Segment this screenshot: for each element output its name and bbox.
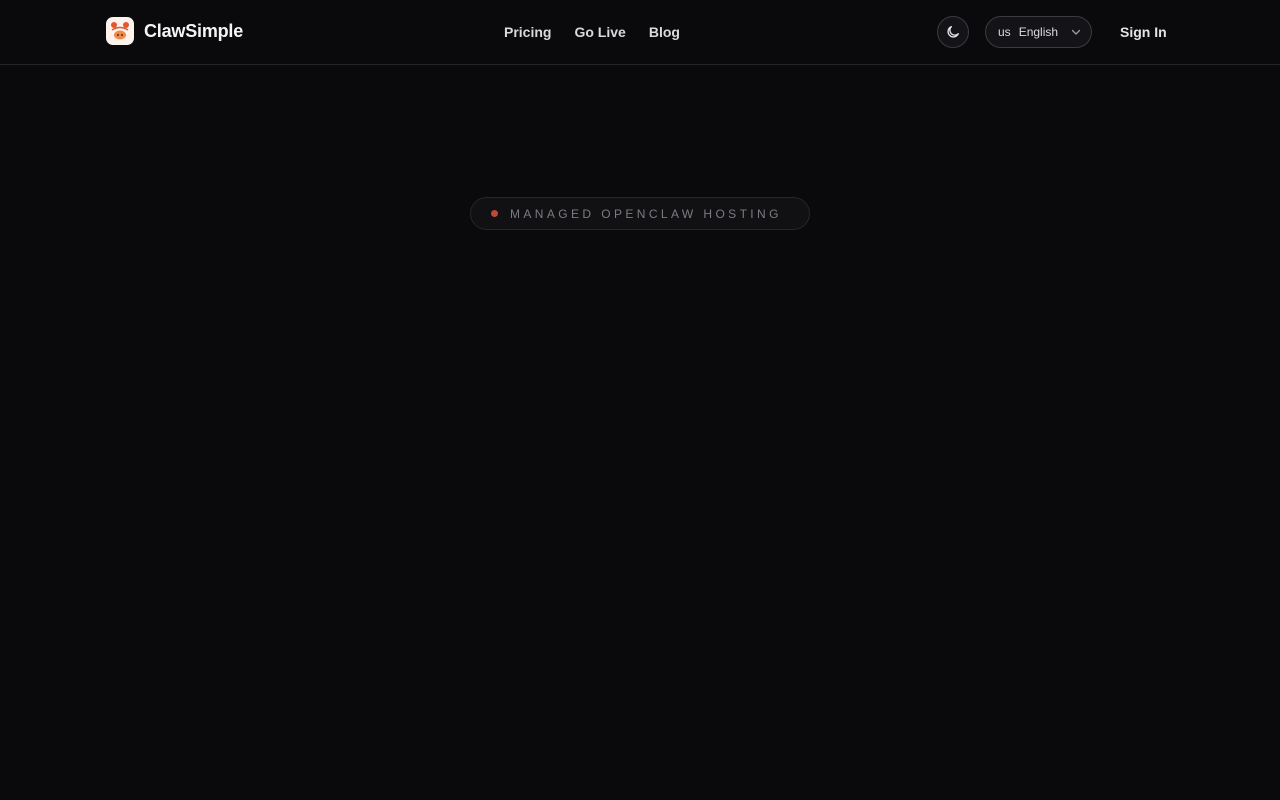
brand-name: ClawSimple	[144, 20, 244, 41]
nav-link-pricing[interactable]: Pricing	[504, 24, 551, 40]
language-label: English	[1018, 25, 1059, 39]
nav-link-go-live[interactable]: Go Live	[574, 24, 625, 40]
language-flag: us	[998, 25, 1011, 39]
moon-icon	[945, 24, 961, 40]
theme-toggle-button[interactable]	[937, 16, 969, 48]
main-nav: Pricing Go Live Blog	[504, 24, 680, 40]
hero-badge-text: MANAGED OPENCLAW HOSTING	[510, 206, 782, 221]
language-select[interactable]: us English	[985, 16, 1092, 48]
chevron-down-icon	[1070, 26, 1082, 38]
sign-in-link[interactable]: Sign In	[1120, 24, 1167, 40]
status-dot-icon	[491, 210, 498, 217]
logo-icon	[106, 17, 134, 45]
brand-logo-link[interactable]: ClawSimple	[106, 17, 243, 45]
nav-link-blog[interactable]: Blog	[649, 24, 680, 40]
site-header: ClawSimple Pricing Go Live Blog us Engli…	[0, 0, 1280, 65]
hero-badge: MANAGED OPENCLAW HOSTING	[470, 197, 810, 230]
